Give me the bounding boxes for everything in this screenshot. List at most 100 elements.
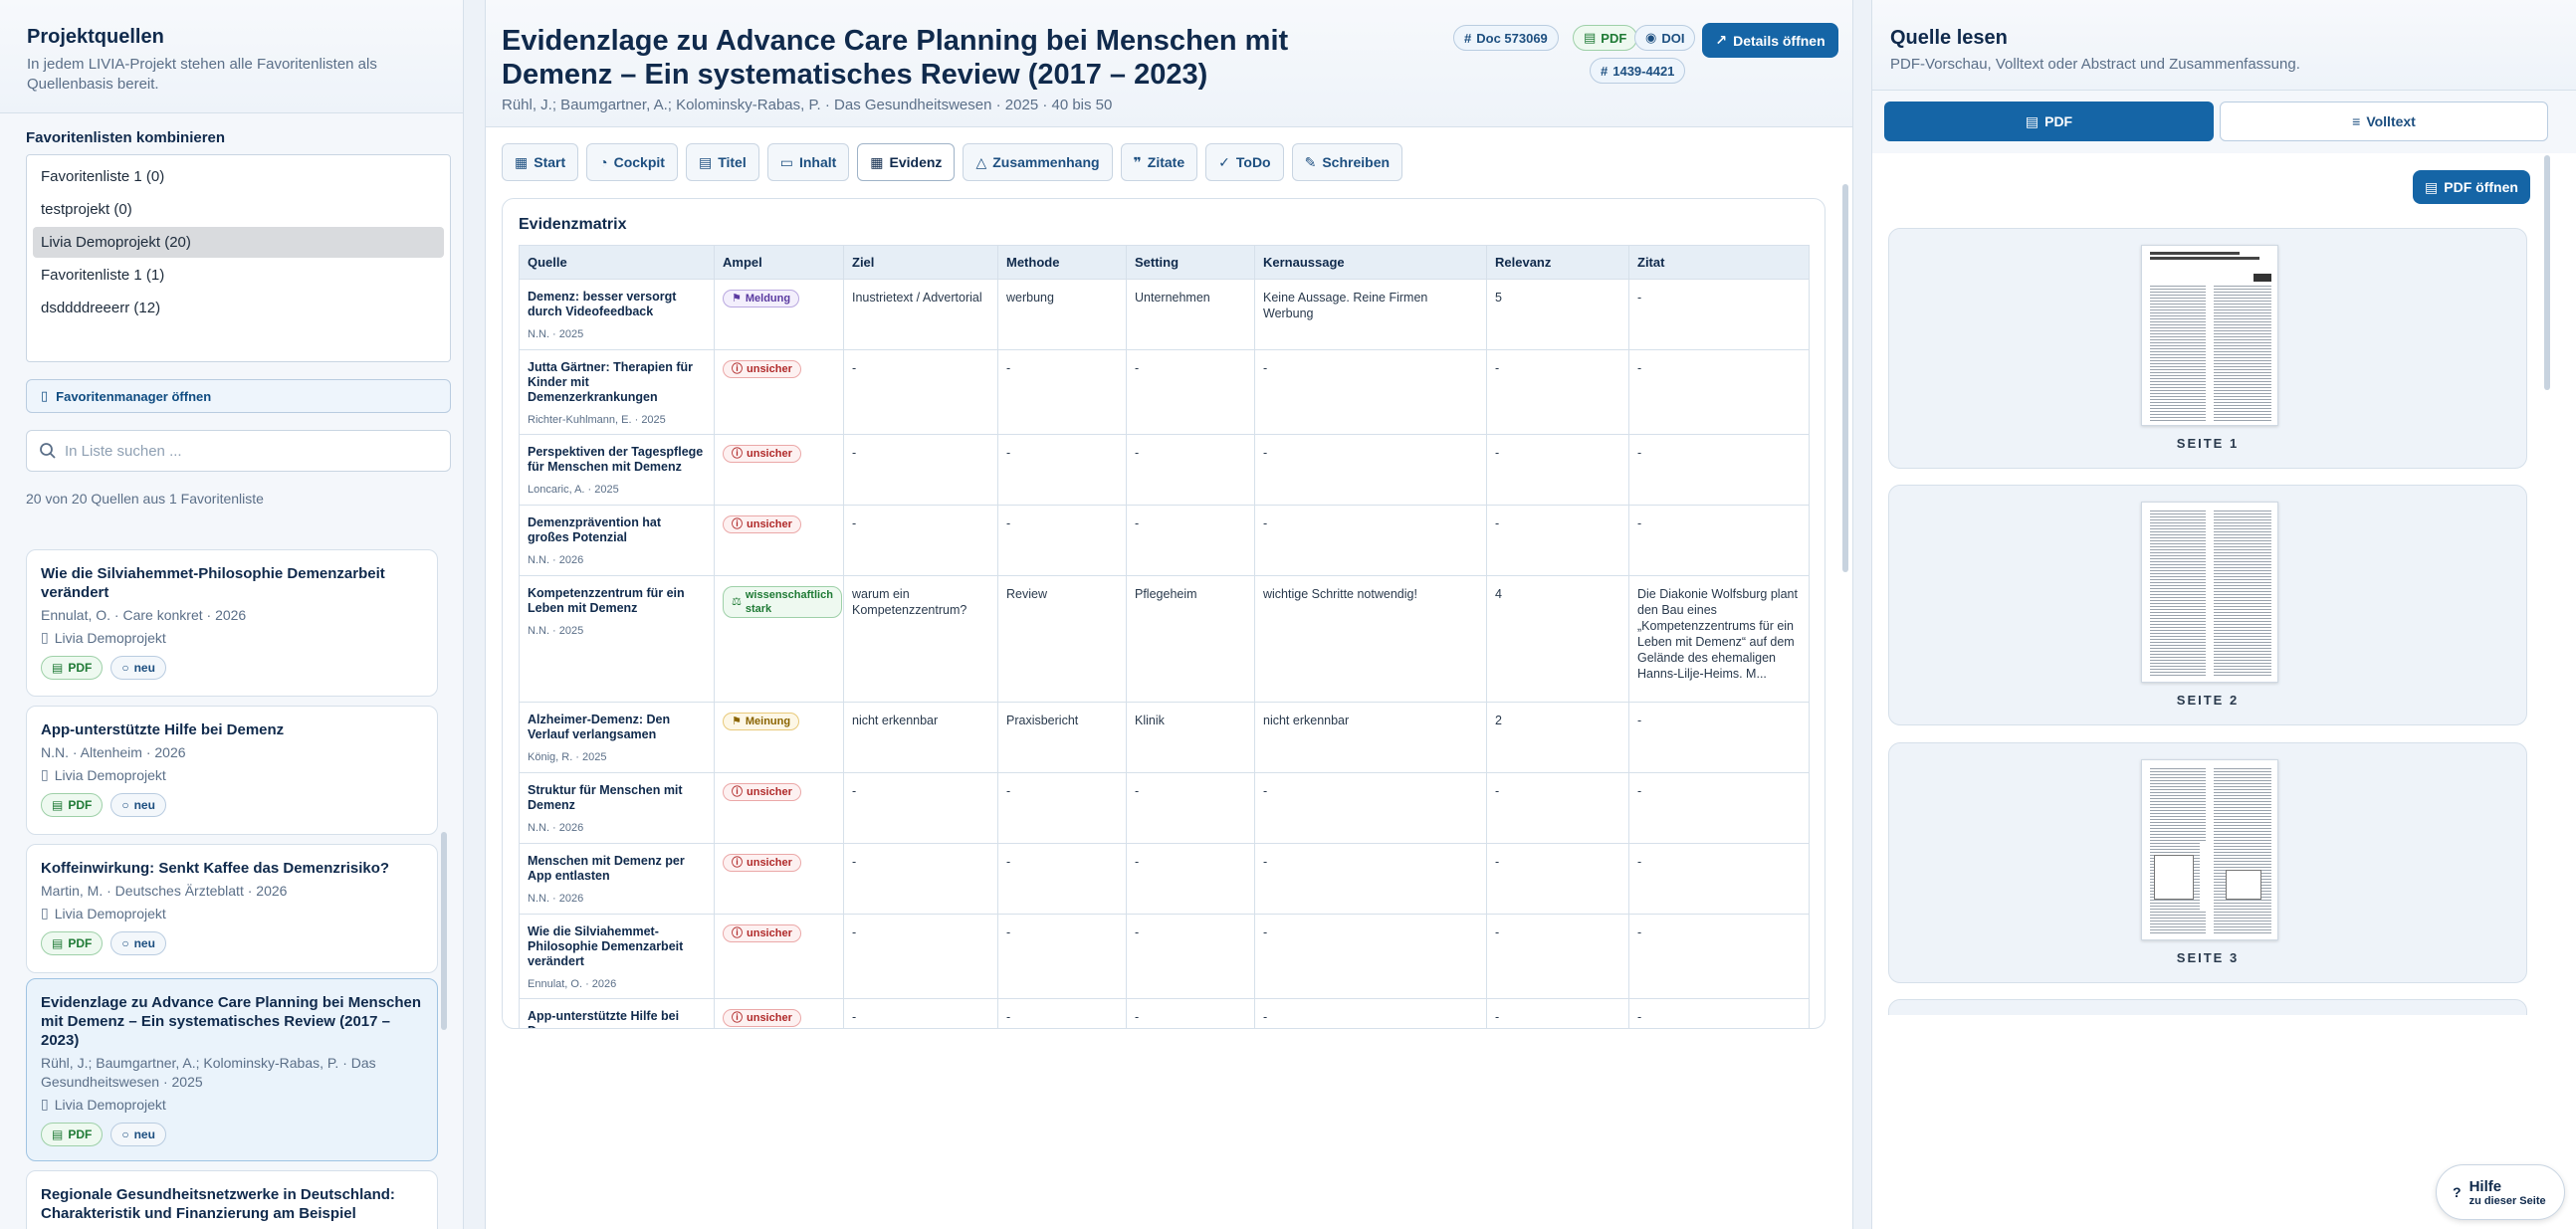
table-row[interactable]: Struktur für Menschen mit Demenz N.N. · 2… (519, 772, 1810, 844)
column-header[interactable]: Kernaussage (1254, 245, 1487, 280)
setting-cell: - (1126, 349, 1255, 435)
table-row[interactable]: Kompetenzzentrum für ein Leben mit Demen… (519, 575, 1810, 703)
pdf-open-button[interactable]: ▤ PDF öffnen (2413, 170, 2530, 204)
details-open-button[interactable]: ↗ Details öffnen (1702, 23, 1838, 58)
tab-titel[interactable]: ▤ Titel (685, 143, 759, 181)
kern-cell: - (1254, 505, 1487, 576)
tab-cockpit[interactable]: ◔ Cockpit (586, 143, 678, 181)
ziel-cell: nicht erkennbar (843, 702, 998, 773)
pdf-open-label: PDF öffnen (2444, 179, 2518, 195)
toggle-volltext[interactable]: ≡ Volltext (2220, 102, 2548, 141)
main-scrollbar[interactable] (1842, 184, 1848, 572)
doc-id-chip[interactable]: # Doc 573069 (1453, 25, 1559, 51)
doi-chip[interactable]: ◉ DOI (1634, 25, 1696, 51)
pdf-chip[interactable]: ▤ PDF (1573, 25, 1638, 51)
pdf-tag[interactable]: ▤ PDF (41, 931, 104, 955)
table-row[interactable]: Jutta Gärtner: Therapien für Kinder mit … (519, 349, 1810, 435)
table-row[interactable]: Alzheimer-Demenz: Den Verlauf verlangsam… (519, 702, 1810, 773)
issn-chip[interactable]: #1439-4421 (1590, 58, 1686, 84)
column-header[interactable]: Ziel (843, 245, 998, 280)
favorite-list-item-selected[interactable]: Livia Demoprojekt (20) (33, 227, 444, 258)
source-reader-panel: Quelle lesen PDF-Vorschau, Volltext oder… (1871, 0, 2576, 1229)
source-cell[interactable]: Demenzprävention hat großes Potenzial N.N… (519, 505, 715, 576)
source-card[interactable]: App-unterstützte Hilfe bei Demenz N.N. ·… (26, 706, 438, 835)
ampel-label: unsicher (747, 363, 792, 375)
source-title: Evidenzlage zu Advance Care Planning bei… (502, 25, 1289, 91)
favorites-manager-button[interactable]: ▯ Favoritenmanager öffnen (26, 379, 451, 413)
status-badge: ○ neu (110, 931, 166, 955)
source-cell[interactable]: Menschen mit Demenz per App entlasten N.N… (519, 843, 715, 915)
methode-cell: werbung (997, 279, 1127, 350)
tab-zitate[interactable]: ❞ Zitate (1120, 143, 1198, 181)
pen-icon: ✎ (1304, 153, 1317, 170)
ampel-cell: ⓘ unsicher (714, 505, 844, 576)
source-cell[interactable]: Perspektiven der Tagespflege für Mensche… (519, 434, 715, 506)
pdf-tag[interactable]: ▤ PDF (41, 1123, 104, 1146)
document-icon: ▭ (779, 153, 793, 170)
pdf-page-preview[interactable]: SEITE 1 (1888, 228, 2527, 469)
table-row[interactable]: Perspektiven der Tagespflege für Mensche… (519, 434, 1810, 506)
source-card-list[interactable]: Wie die Silviahemmet-Philosophie Demenza… (26, 523, 438, 1229)
tab-start[interactable]: ▦ Start (502, 143, 579, 181)
source-card-project: ▯ Livia Demoprojekt (41, 905, 423, 922)
pdf-page-preview[interactable]: SEITE 2 (1888, 485, 2527, 725)
external-link-icon: ↗ (1715, 32, 1728, 48)
favorite-list-item[interactable]: Favoritenliste 1 (1) (33, 260, 444, 291)
favorite-list-item[interactable]: dsddddreeerr (12) (33, 293, 444, 323)
tab-evidenz[interactable]: ▦ Evidenz (857, 143, 956, 181)
table-row[interactable]: App-unterstützte Hilfe bei Demenz ⓘ unsich… (519, 998, 1810, 1028)
source-cell[interactable]: Jutta Gärtner: Therapien für Kinder mit … (519, 349, 715, 435)
kern-cell: - (1254, 843, 1487, 915)
pdf-tag[interactable]: ▤ PDF (41, 793, 104, 817)
reader-scrollbar[interactable] (2544, 155, 2550, 390)
status-badge-label: neu (133, 936, 155, 950)
table-row[interactable]: Menschen mit Demenz per App entlasten N.N… (519, 843, 1810, 915)
column-header[interactable]: Methode (997, 245, 1127, 280)
pdf-tag[interactable]: ▤ PDF (41, 656, 104, 680)
ampel-badge: ⓘ unsicher (723, 1009, 801, 1027)
source-cell-title: Perspektiven der Tagespflege für Mensche… (528, 445, 704, 474)
list-search-input[interactable]: In Liste suchen ... (26, 430, 451, 472)
source-cell[interactable]: Struktur für Menschen mit Demenz N.N. · 2… (519, 772, 715, 844)
tab-inhalt[interactable]: ▭ Inhalt (766, 143, 850, 181)
source-cell[interactable]: Kompetenzzentrum für ein Leben mit Demen… (519, 575, 715, 703)
column-header[interactable]: Setting (1126, 245, 1255, 280)
source-cell[interactable]: App-unterstützte Hilfe bei Demenz (519, 998, 715, 1028)
help-button[interactable]: ? Hilfe zu dieser Seite (2436, 1164, 2565, 1220)
pdf-page-thumbnail (2141, 245, 2278, 426)
bookmark-icon: ▯ (41, 1096, 49, 1112)
tab-schreiben[interactable]: ✎ Schreiben (1291, 143, 1403, 181)
source-cell[interactable]: Demenz: besser versorgt durch Videofeedb… (519, 279, 715, 350)
rel-cell: - (1486, 998, 1629, 1028)
left-panel-header: Projektquellen In jedem LIVIA-Projekt st… (0, 0, 463, 113)
left-scrollbar[interactable] (441, 832, 447, 1030)
setting-cell: - (1126, 843, 1255, 915)
toggle-pdf[interactable]: ▤ PDF (1884, 102, 2214, 141)
tab-label: Titel (718, 154, 747, 170)
column-header[interactable]: Quelle (519, 245, 715, 280)
source-card-active[interactable]: Evidenzlage zu Advance Care Planning bei… (26, 978, 438, 1161)
source-card[interactable]: Regionale Gesundheitsnetzwerke in Deutsc… (26, 1170, 438, 1229)
evidence-matrix: Evidenzmatrix Quelle Ampel Ziel Methode Sett… (502, 198, 1825, 1029)
favorite-list-item[interactable]: testprojekt (0) (33, 194, 444, 225)
table-row[interactable]: Demenzprävention hat großes Potenzial N.N… (519, 505, 1810, 576)
table-row[interactable]: Wie die Silviahemmet-Philosophie Demenza… (519, 914, 1810, 999)
table-row[interactable]: Demenz: besser versorgt durch Videofeedb… (519, 279, 1810, 350)
source-cell[interactable]: Alzheimer-Demenz: Den Verlauf verlangsam… (519, 702, 715, 773)
source-card[interactable]: Wie die Silviahemmet-Philosophie Demenza… (26, 549, 438, 697)
tab-zusammenhang[interactable]: △ Zusammenhang (963, 143, 1113, 181)
source-cell-meta: König, R. · 2025 (528, 751, 607, 763)
column-header[interactable]: Zitat (1628, 245, 1810, 280)
gauge-icon: ◔ (599, 154, 608, 170)
text-icon: ≡ (2352, 113, 2361, 129)
source-card[interactable]: Koffeinwirkung: Senkt Kaffee das Demenzr… (26, 844, 438, 973)
tab-todo[interactable]: ✓ ToDo (1205, 143, 1284, 181)
favorite-lists-box[interactable]: Favoritenliste 1 (0) testprojekt (0) Liv… (26, 154, 451, 362)
column-header[interactable]: Ampel (714, 245, 844, 280)
ampel-label: unsicher (747, 448, 792, 460)
pdf-page-preview[interactable]: SEITE 3 (1888, 742, 2527, 983)
favorite-list-item[interactable]: Favoritenliste 1 (0) (33, 161, 444, 192)
page-label: SEITE 2 (2176, 693, 2240, 708)
source-cell[interactable]: Wie die Silviahemmet-Philosophie Demenza… (519, 914, 715, 999)
column-header[interactable]: Relevanz (1486, 245, 1629, 280)
